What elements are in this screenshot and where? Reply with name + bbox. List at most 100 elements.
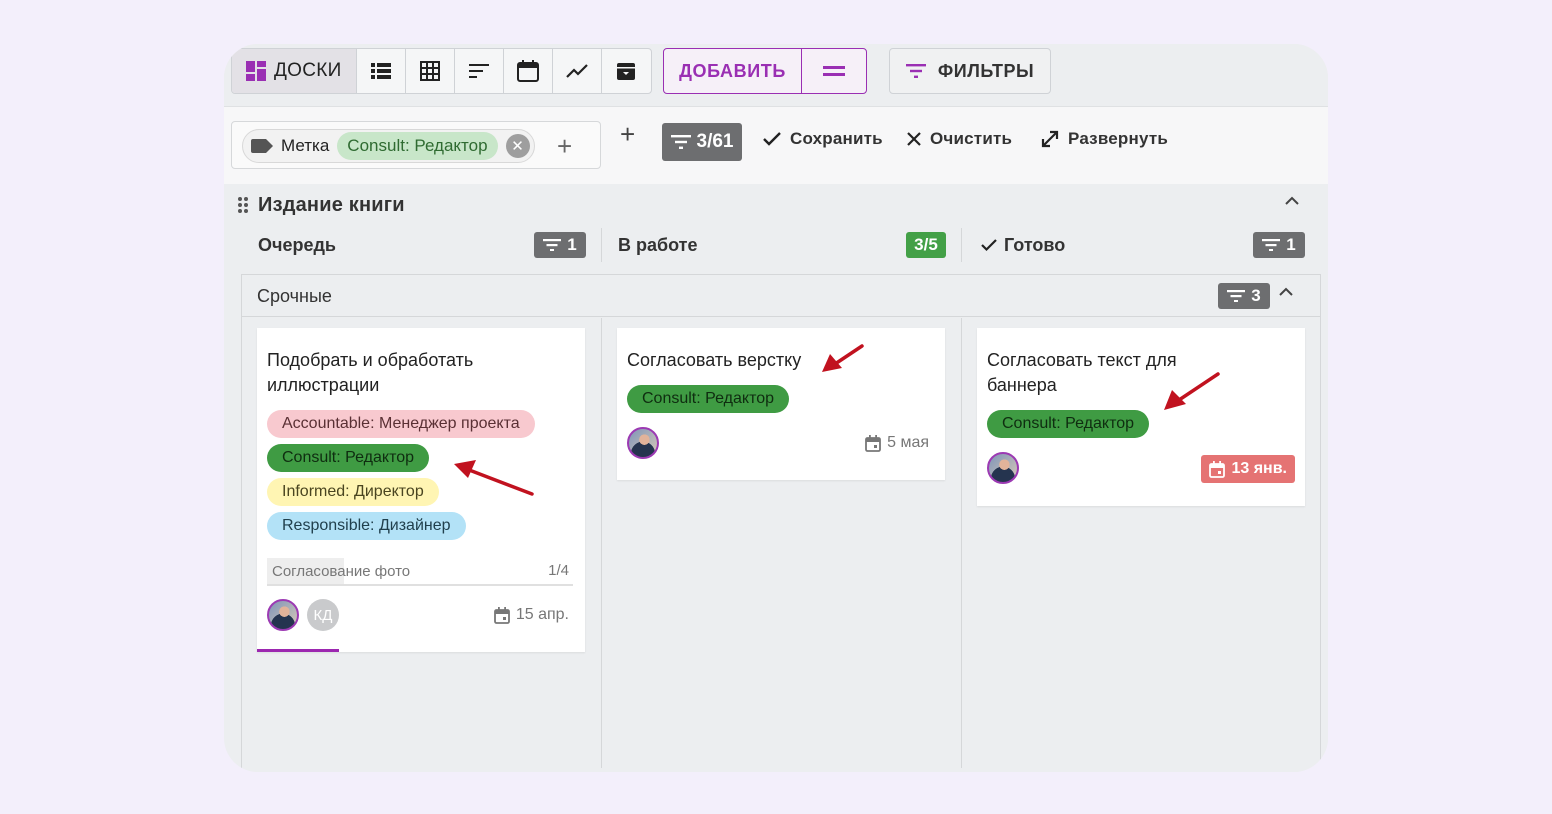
column-title: Очередь [258, 234, 336, 255]
lane-divider [601, 318, 602, 768]
sort-lines-icon [468, 64, 489, 78]
column-count-value: 1 [567, 235, 577, 254]
swimlane-count-badge: 3 [1218, 283, 1270, 309]
expand-button[interactable]: Развернуть [1040, 129, 1168, 149]
view-boards-label: ДОСКИ [274, 60, 342, 81]
chevron-up-icon[interactable] [1278, 285, 1294, 297]
archive-icon [617, 63, 636, 80]
due-date[interactable]: 5 мая [865, 434, 929, 452]
swimlane-header[interactable]: Срочные 3 [242, 275, 1320, 317]
save-filter-label: Сохранить [790, 129, 883, 148]
add-menu-button[interactable] [802, 49, 866, 93]
card-tags: Consult: Редактор [987, 410, 1150, 444]
board: Издание книги Очередь 1 В работе 3/5 Гот… [231, 184, 1328, 772]
calendar-icon [865, 434, 881, 452]
expand-icon [1041, 130, 1059, 148]
expand-label: Развернуть [1068, 129, 1168, 148]
column-count-badge: 1 [1253, 232, 1305, 258]
avatar-initials[interactable]: КД [307, 599, 339, 631]
filters-label: ФИЛЬТРЫ [937, 60, 1035, 81]
card-checklist[interactable]: Согласование фото 1/4 [267, 558, 573, 586]
filter-icon [670, 135, 691, 149]
column-count-value: 1 [1286, 235, 1296, 254]
clear-filter-button[interactable]: Очистить [906, 129, 1012, 149]
filter-icon [1262, 239, 1281, 251]
wip-limit-value: 3/5 [914, 235, 938, 254]
check-icon [981, 239, 997, 252]
add-filter-plus-icon[interactable]: + [620, 119, 635, 150]
filter-counter-badge[interactable]: 3/61 [662, 123, 742, 161]
avatar[interactable] [987, 452, 1019, 484]
filter-counter-value: 3/61 [696, 131, 734, 152]
dashboard-icon [246, 61, 266, 81]
label-filter-name: Метка [281, 136, 330, 155]
tag-accountable[interactable]: Accountable: Менеджер проекта [267, 410, 535, 438]
view-switcher: ДОСКИ [231, 48, 652, 94]
swimlane-title: Срочные [257, 286, 332, 306]
board-title: Издание книги [258, 194, 405, 216]
filters-button[interactable]: ФИЛЬТРЫ [889, 48, 1051, 94]
checklist-name: Согласование фото [272, 562, 411, 580]
label-filter-box: Метка Consult: Редактор ✕ + [231, 121, 601, 169]
main-toolbar: ДОСКИ ДОБАВИТЬ ФИЛЬТРЫ [224, 44, 1328, 106]
swimlane-urgent: Срочные 3 Подобрать и обработать иллюстр… [241, 274, 1321, 772]
due-date-overdue[interactable]: 13 янв. [1201, 455, 1295, 483]
column-divider [601, 228, 602, 262]
calendar-icon [493, 606, 510, 624]
filter-icon [905, 64, 926, 78]
task-card[interactable]: Согласовать текст для баннера Consult: Р… [977, 328, 1305, 506]
avatar[interactable] [267, 599, 299, 631]
calendar-icon [1209, 460, 1226, 478]
add-button-group: ДОБАВИТЬ [663, 48, 867, 94]
column-header-queue[interactable]: Очередь [258, 226, 336, 264]
tag-responsible[interactable]: Responsible: Дизайнер [267, 512, 466, 540]
column-header-done[interactable]: Готово [980, 226, 1065, 264]
add-label-icon[interactable]: + [557, 131, 572, 162]
view-archive-button[interactable] [602, 49, 651, 93]
checklist-count: 1/4 [548, 562, 569, 579]
card-progress-bar [257, 649, 339, 652]
wip-limit-badge: 3/5 [906, 232, 946, 258]
view-list-button[interactable] [357, 49, 406, 93]
card-tags: Accountable: Менеджер проекта Consult: Р… [267, 410, 577, 546]
tag-informed[interactable]: Informed: Директор [267, 478, 439, 506]
avatar[interactable] [627, 427, 659, 459]
drag-handle-icon[interactable] [237, 196, 249, 214]
chevron-up-icon[interactable] [1284, 194, 1300, 206]
add-button[interactable]: ДОБАВИТЬ [664, 49, 802, 93]
due-date-text: 15 апр. [515, 606, 569, 623]
filter-icon [1227, 290, 1246, 302]
grid-icon [419, 61, 440, 81]
label-filter-value: Consult: Редактор [337, 132, 498, 160]
tag-consult[interactable]: Consult: Редактор [987, 410, 1150, 438]
due-date-text: 13 янв. [1231, 460, 1287, 477]
view-table-button[interactable] [406, 49, 455, 93]
column-divider [961, 228, 962, 262]
menu-icon [823, 66, 845, 76]
save-filter-button[interactable]: Сохранить [762, 129, 883, 149]
close-icon [907, 132, 921, 146]
due-date[interactable]: 15 апр. [493, 606, 569, 624]
remove-filter-icon[interactable]: ✕ [505, 134, 530, 158]
card-title: Подобрать и обработать иллюстрации [267, 350, 474, 395]
task-card[interactable]: Согласовать верстку Consult: Редактор 5 … [617, 328, 945, 480]
view-boards-button[interactable]: ДОСКИ [232, 49, 357, 93]
clear-filter-label: Очистить [930, 129, 1013, 148]
tag-consult[interactable]: Consult: Редактор [267, 444, 430, 472]
view-gantt-button[interactable] [455, 49, 504, 93]
label-filter-chip[interactable]: Метка Consult: Редактор ✕ [242, 129, 535, 163]
card-title: Согласовать верстку [627, 350, 802, 370]
swimlane-count-value: 3 [1251, 286, 1261, 305]
column-title: В работе [618, 234, 698, 255]
active-filters-bar: Метка Consult: Редактор ✕ + + 3/61 Сохра… [224, 106, 1328, 184]
label-icon [251, 139, 273, 153]
tag-consult[interactable]: Consult: Редактор [627, 385, 790, 413]
view-chart-button[interactable] [553, 49, 602, 93]
column-header-in-progress[interactable]: В работе [618, 226, 698, 264]
due-date-text: 5 мая [887, 434, 929, 451]
card-title: Согласовать текст для баннера [987, 350, 1177, 395]
app-window: ДОСКИ ДОБАВИТЬ ФИЛЬТРЫ Метка Consult: Ре… [224, 44, 1328, 772]
view-calendar-button[interactable] [504, 49, 553, 93]
trending-icon [565, 64, 588, 78]
task-card[interactable]: Подобрать и обработать иллюстрации Accou… [257, 328, 585, 652]
